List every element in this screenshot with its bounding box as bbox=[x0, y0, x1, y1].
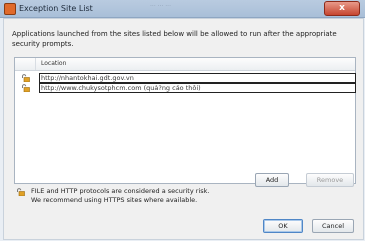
site-list-table: Location http://nhantokhai.gdt.gov.vn ht… bbox=[14, 57, 356, 184]
warning-line-2: We recommend using HTTPS sites where ava… bbox=[31, 196, 198, 204]
location-cell[interactable]: http://www.chukysotphcm.com (quả?ng cáo … bbox=[39, 83, 356, 93]
unlocked-lock-icon bbox=[22, 84, 30, 92]
table-header: Location bbox=[15, 58, 355, 71]
table-row[interactable]: http://www.chukysotphcm.com (quả?ng cáo … bbox=[15, 83, 356, 93]
icon-column-header[interactable] bbox=[15, 58, 36, 70]
description-text: Applications launched from the sites lis… bbox=[12, 30, 337, 48]
location-cell[interactable]: http://nhantokhai.gdt.gov.vn bbox=[39, 73, 356, 83]
window-title: Exception Site List bbox=[19, 4, 93, 13]
warning-line-1: FILE and HTTP protocols are considered a… bbox=[31, 187, 210, 195]
java-app-icon bbox=[4, 3, 16, 15]
add-button[interactable]: Add bbox=[255, 173, 289, 187]
close-button[interactable]: x bbox=[324, 1, 360, 16]
unlocked-lock-icon bbox=[22, 74, 30, 82]
unlocked-lock-icon bbox=[17, 188, 25, 196]
cancel-button[interactable]: Cancel bbox=[312, 219, 354, 233]
table-row[interactable]: http://nhantokhai.gdt.gov.vn bbox=[15, 73, 356, 83]
title-bar: Exception Site List ... ... ... x bbox=[0, 0, 365, 18]
ok-button[interactable]: OK bbox=[263, 219, 303, 233]
exception-site-list-dialog: Applications launched from the sites lis… bbox=[3, 18, 364, 240]
location-column-header[interactable]: Location bbox=[41, 60, 66, 67]
background-window-text: ... ... ... bbox=[150, 1, 171, 8]
remove-button[interactable]: Remove bbox=[306, 173, 354, 187]
